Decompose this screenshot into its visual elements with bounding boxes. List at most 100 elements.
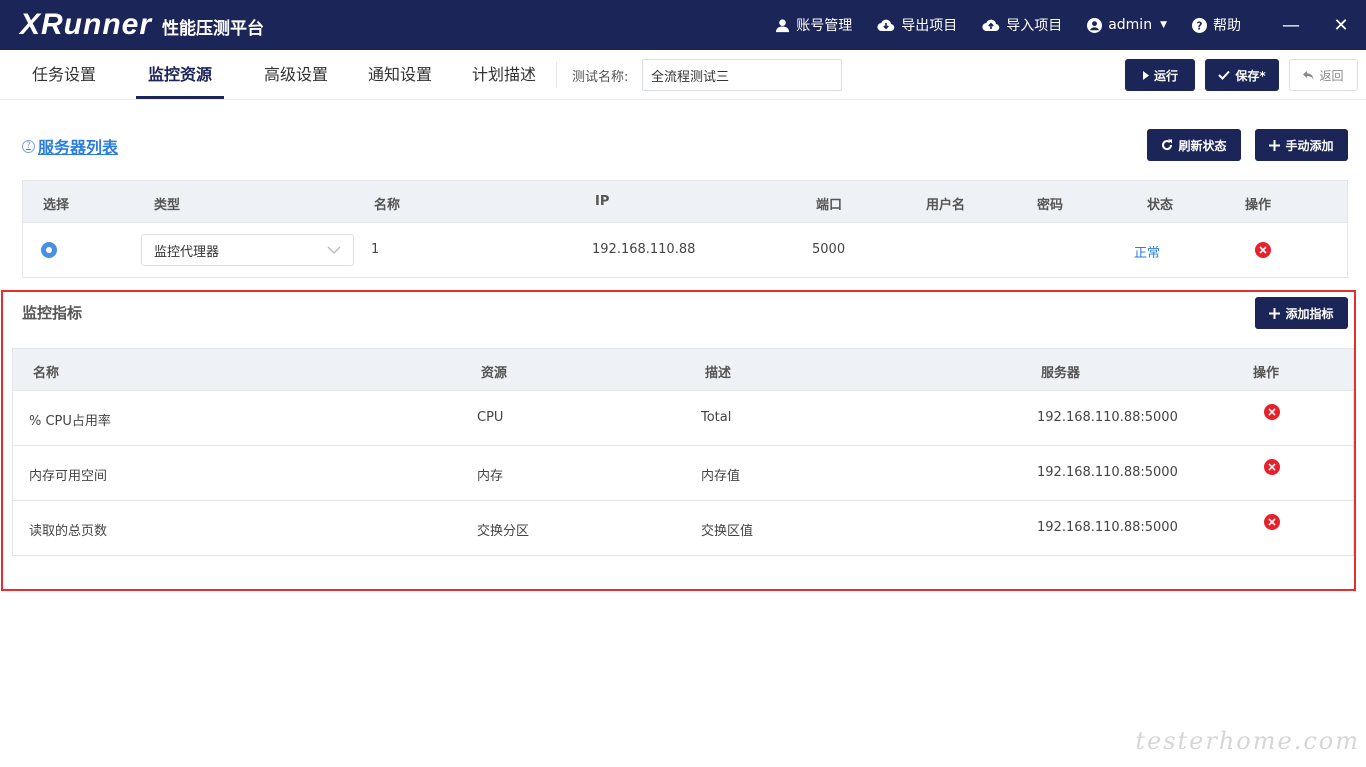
username-label: admin [1108, 17, 1153, 33]
tab-plan-description[interactable]: 计划描述 [472, 50, 536, 99]
cloud-download-icon [877, 19, 895, 32]
col-select: 选择 [43, 198, 70, 213]
help-label: 帮助 [1213, 18, 1241, 34]
back-button[interactable]: 返回 [1289, 59, 1358, 91]
divider [556, 62, 557, 88]
col-status: 状态 [1147, 198, 1174, 213]
question-icon: ? [22, 139, 35, 153]
plus-icon [1269, 307, 1281, 319]
col-description: 描述 [705, 366, 732, 381]
play-icon [1142, 70, 1149, 80]
server-table: 选择 类型 名称 IP 端口 用户名 密码 状态 操作 监控代理器 1 192.… [22, 180, 1348, 278]
metric-resource: 内存 [477, 469, 504, 484]
metric-description: 交换区值 [701, 524, 754, 539]
app-logo: XRunner [20, 8, 153, 41]
account-management-button[interactable]: 账号管理 [775, 0, 852, 50]
server-name: 1 [371, 242, 380, 257]
metrics-title: 监控指标 [22, 304, 83, 322]
save-button[interactable]: 保存* [1205, 59, 1279, 91]
tab-task-settings[interactable]: 任务设置 [32, 50, 96, 99]
test-name-input[interactable] [642, 59, 842, 91]
metrics-table-header: 名称 资源 描述 服务器 操作 [13, 349, 1353, 391]
minimize-button[interactable]: — [1266, 0, 1316, 50]
account-management-label: 账号管理 [796, 18, 853, 34]
refresh-status-button[interactable]: 刷新状态 [1147, 129, 1241, 161]
run-button[interactable]: 运行 [1125, 59, 1195, 91]
metric-description: Total [701, 410, 732, 425]
server-list-title[interactable]: ? 服务器列表 [22, 134, 118, 158]
metrics-table: 名称 资源 描述 服务器 操作 % CPU占用率 CPU Total 192.1… [12, 348, 1354, 556]
delete-icon[interactable] [1264, 459, 1280, 475]
close-button[interactable]: ✕ [1316, 0, 1366, 50]
col-metric-actions: 操作 [1253, 366, 1280, 381]
type-select[interactable]: 监控代理器 [141, 234, 354, 266]
add-metric-label: 添加指标 [1285, 306, 1334, 321]
run-label: 运行 [1153, 68, 1178, 83]
tab-monitor-resources[interactable]: 监控资源 [136, 50, 224, 99]
export-project-label: 导出项目 [901, 18, 958, 34]
refresh-status-label: 刷新状态 [1178, 138, 1227, 153]
table-row: % CPU占用率 CPU Total 192.168.110.88:5000 [13, 391, 1353, 446]
col-username: 用户名 [926, 198, 966, 213]
col-ip: IP [595, 194, 610, 209]
metric-name: 内存可用空间 [29, 469, 108, 484]
help-button[interactable]: ? 帮助 [1192, 0, 1241, 50]
metric-resource: CPU [477, 410, 504, 425]
col-metric-name: 名称 [33, 366, 60, 381]
metric-description: 内存值 [701, 469, 741, 484]
table-row: 监控代理器 1 192.168.110.88 5000 正常 [23, 223, 1347, 278]
delete-icon[interactable] [1264, 514, 1280, 530]
metric-resource: 交换分区 [477, 524, 530, 539]
chevron-down-icon [327, 246, 341, 254]
check-icon [1218, 70, 1231, 80]
test-name-label: 测试名称: [572, 70, 629, 85]
metric-name: % CPU占用率 [29, 414, 111, 429]
import-project-button[interactable]: 导入项目 [982, 0, 1062, 50]
col-port: 端口 [816, 198, 843, 213]
server-list-title-text: 服务器列表 [38, 138, 119, 157]
user-icon [776, 18, 790, 32]
caret-down-icon: ▼ [1160, 20, 1167, 30]
top-bar: XRunner 性能压测平台 账号管理 导出项目 导入项目 admin ▼ ? … [0, 0, 1366, 50]
refresh-icon [1162, 139, 1173, 151]
metric-server: 192.168.110.88:5000 [1037, 465, 1178, 480]
export-project-button[interactable]: 导出项目 [877, 0, 957, 50]
svg-text:?: ? [1197, 20, 1203, 32]
delete-icon[interactable] [1255, 242, 1271, 258]
col-server: 服务器 [1041, 366, 1081, 381]
server-status: 正常 [1134, 246, 1161, 261]
table-row: 读取的总页数 交换分区 交换区值 192.168.110.88:5000 [13, 501, 1353, 556]
table-row: 内存可用空间 内存 内存值 192.168.110.88:5000 [13, 446, 1353, 501]
metric-server: 192.168.110.88:5000 [1037, 520, 1178, 535]
import-project-label: 导入项目 [1006, 18, 1063, 34]
select-radio[interactable] [41, 242, 57, 258]
tabs-bar: 任务设置 监控资源 高级设置 通知设置 计划描述 测试名称: 运行 保存* 返回 [0, 50, 1366, 100]
server-ip: 192.168.110.88 [592, 242, 696, 257]
tab-advanced-settings[interactable]: 高级设置 [264, 50, 328, 99]
cloud-upload-icon [982, 19, 1000, 32]
manual-add-label: 手动添加 [1285, 138, 1334, 153]
tab-notification-settings[interactable]: 通知设置 [368, 50, 432, 99]
col-actions: 操作 [1245, 198, 1272, 213]
help-icon: ? [1192, 17, 1207, 33]
add-metric-button[interactable]: 添加指标 [1255, 297, 1348, 329]
col-name: 名称 [374, 198, 401, 213]
metric-name: 读取的总页数 [29, 524, 108, 539]
server-table-header: 选择 类型 名称 IP 端口 用户名 密码 状态 操作 [23, 181, 1347, 223]
back-label: 返回 [1319, 68, 1344, 83]
user-menu[interactable]: admin ▼ [1087, 0, 1167, 50]
save-label: 保存* [1235, 68, 1266, 83]
undo-icon [1303, 70, 1314, 79]
col-password: 密码 [1037, 198, 1064, 213]
delete-icon[interactable] [1264, 404, 1280, 420]
server-port: 5000 [812, 242, 846, 257]
top-actions: 账号管理 导出项目 导入项目 admin ▼ ? 帮助 — ✕ [775, 0, 1366, 50]
account-circle-icon [1087, 17, 1103, 33]
watermark: testerhome.com [1135, 727, 1360, 755]
manual-add-button[interactable]: 手动添加 [1255, 129, 1348, 161]
plus-icon [1269, 139, 1281, 151]
metric-server: 192.168.110.88:5000 [1037, 410, 1178, 425]
type-select-value: 监控代理器 [154, 244, 220, 260]
col-resource: 资源 [481, 366, 508, 381]
app-title: 性能压测平台 [162, 19, 264, 39]
